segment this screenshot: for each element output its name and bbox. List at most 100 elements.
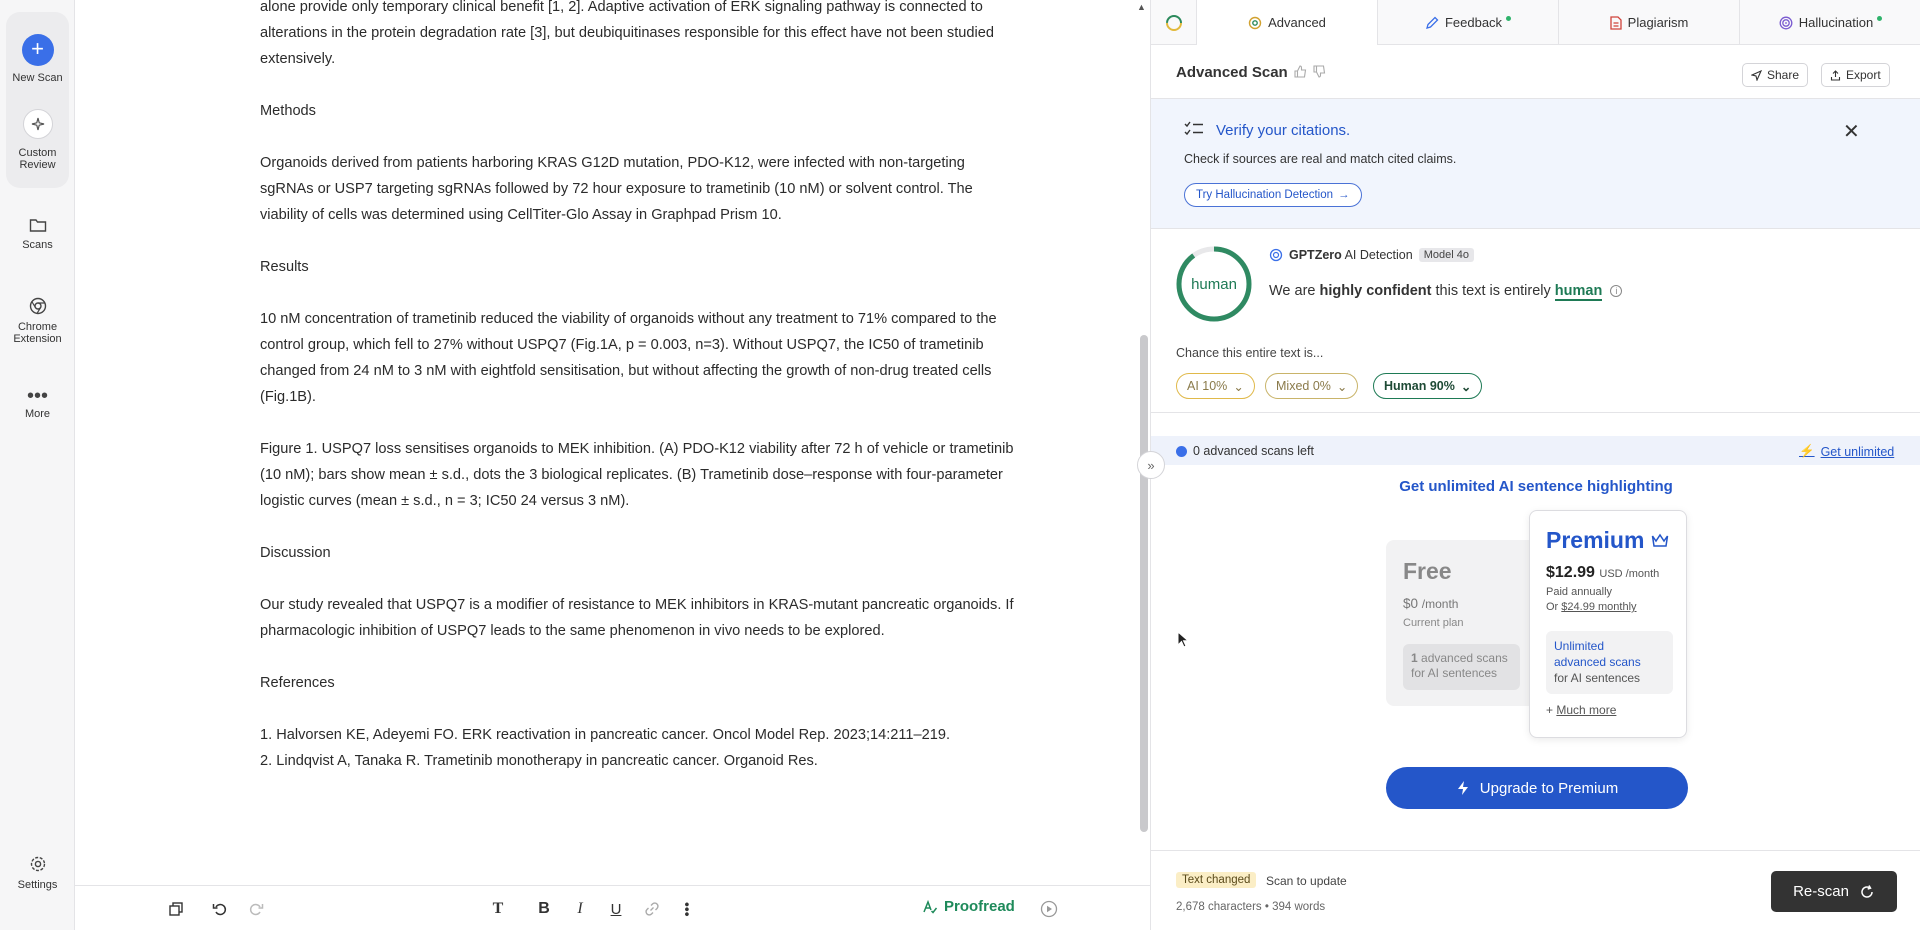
undo-button[interactable] [209, 898, 231, 920]
scans-left-label: 0 advanced scans left [1193, 444, 1314, 458]
bold-button[interactable]: B [533, 898, 555, 920]
play-button[interactable] [1038, 898, 1060, 920]
monthly-price-link[interactable]: $24.99 monthly [1561, 601, 1636, 613]
italic-icon: I [577, 900, 583, 917]
gptzero-logo-icon[interactable] [1151, 0, 1197, 45]
text-style-button[interactable]: T [487, 898, 509, 920]
free-feature-text: advanced scans [1421, 651, 1508, 665]
free-feature: 1 advanced scans for AI sentences [1403, 644, 1520, 690]
get-unlimited-link[interactable]: ⚡ Get unlimited [1799, 444, 1894, 459]
more-options-button[interactable]: ••• [676, 898, 698, 920]
model-badge: Model 4o [1418, 248, 1474, 262]
rescan-button[interactable]: Re-scan [1771, 871, 1897, 912]
mixed-percent-pill[interactable]: Mixed 0% ⌄ [1265, 373, 1359, 399]
crown-icon [1652, 533, 1669, 547]
tab-advanced-label: Advanced [1268, 15, 1326, 30]
collapse-panel-button[interactable]: » [1137, 451, 1165, 479]
upgrade-to-premium-button[interactable]: Upgrade to Premium [1386, 767, 1688, 809]
refresh-icon [1861, 884, 1873, 898]
rescan-label: Re-scan [1793, 883, 1849, 900]
export-label: Export [1846, 68, 1881, 82]
results-paragraph: 10 nM concentration of trametinib reduce… [260, 311, 997, 405]
thumbs-up-icon[interactable] [1294, 65, 1307, 83]
tab-feedback-label: Feedback [1444, 15, 1503, 30]
conf-mid: this text is entirely [1435, 283, 1551, 299]
premium-feature-line1: Unlimited [1554, 639, 1605, 653]
references-heading: References [260, 675, 335, 691]
chrome-label-2: Extension [13, 333, 62, 345]
discussion-heading: Discussion [260, 545, 331, 561]
link-button[interactable] [641, 898, 663, 920]
tab-advanced[interactable]: Advanced [1197, 0, 1378, 45]
premium-price-unit: USD /month [1599, 568, 1660, 580]
chrome-extension-button[interactable]: Chrome Extension [0, 297, 75, 345]
checklist-icon [1184, 121, 1203, 136]
human-percent-pill[interactable]: Human 90% ⌄ [1373, 373, 1483, 399]
arrow-right-icon: → [1338, 189, 1350, 201]
document-body[interactable]: alone provide only temporary clinical be… [260, 0, 1020, 774]
or-label: Or [1546, 601, 1559, 613]
premium-feature: Unlimited advanced scans for AI sentence… [1546, 631, 1673, 694]
share-label: Share [1767, 68, 1800, 82]
current-plan-label: Current plan [1403, 617, 1464, 629]
share-button[interactable]: Share [1742, 63, 1809, 87]
tab-feedback[interactable]: Feedback [1378, 0, 1559, 45]
pen-icon [1426, 16, 1439, 29]
new-scan-button[interactable]: + New Scan [0, 34, 75, 84]
chrome-icon [29, 297, 46, 315]
doc-intro-paragraph: alone provide only temporary clinical be… [260, 0, 994, 67]
vertical-dots-icon: ••• [679, 901, 696, 917]
settings-button[interactable]: Settings [0, 855, 75, 891]
premium-plan-card[interactable]: Premium $12.99 USD /month Paid annually … [1529, 510, 1687, 738]
free-title: Free [1403, 558, 1452, 584]
double-chevron-right-icon: » [1147, 457, 1155, 473]
free-price-value: $0 [1403, 596, 1419, 611]
conf-pre: We are [1269, 283, 1316, 299]
tab-plagiarism[interactable]: Plagiarism [1559, 0, 1740, 45]
close-icon[interactable]: ✕ [1843, 119, 1860, 144]
scroll-up-arrow-icon[interactable]: ▲ [1137, 2, 1146, 12]
tab-plagiarism-label: Plagiarism [1627, 15, 1689, 30]
redo-button[interactable] [245, 898, 267, 920]
redo-icon [249, 903, 264, 916]
much-more-label: Much more [1556, 703, 1617, 717]
premium-feature-line2: advanced scans [1554, 655, 1641, 669]
character-word-count: 2,678 characters • 394 words [1176, 901, 1326, 913]
more-button[interactable]: ••• More [0, 386, 75, 420]
reference-item: 1. Halvorsen KE, Adeyemi FO. ERK reactiv… [260, 727, 951, 743]
panel-title: Advanced Scan [1176, 64, 1288, 81]
upload-icon [1830, 69, 1841, 81]
gear-icon [30, 856, 45, 872]
free-feature-count: 1 [1411, 651, 1418, 665]
proofread-label: Proofread [944, 898, 1015, 915]
reference-item: 2. Lindqvist A, Tanaka R. Trametinib mon… [260, 753, 818, 769]
chevron-down-icon: ⌄ [1233, 379, 1244, 394]
lightning-icon: ⚡ [1799, 444, 1815, 458]
info-icon[interactable]: i [1610, 285, 1623, 297]
underline-button[interactable]: U [605, 898, 627, 920]
document-editor[interactable]: alone provide only temporary clinical be… [75, 0, 1150, 885]
thumbs-down-icon[interactable] [1313, 65, 1326, 83]
banner-description: Check if sources are real and match cite… [1184, 152, 1457, 166]
ai-percent-pill[interactable]: AI 10% ⌄ [1176, 373, 1255, 399]
mouse-cursor-icon [1177, 631, 1189, 648]
gptzero-mini-icon [1269, 248, 1283, 262]
conf-human: human [1554, 283, 1603, 301]
free-price-unit: /month [1421, 597, 1459, 611]
status-dot [1506, 16, 1512, 21]
lightning-icon [1457, 781, 1468, 795]
export-button[interactable]: Export [1821, 63, 1890, 87]
tab-hallucination[interactable]: Hallucination [1740, 0, 1920, 45]
results-heading: Results [260, 259, 309, 275]
folder-icon [29, 219, 46, 232]
proofread-button[interactable]: Proofread [922, 898, 1015, 915]
much-more-link[interactable]: + Much more [1546, 703, 1616, 717]
more-label: More [24, 408, 51, 420]
custom-review-button[interactable]: Custom Review [0, 109, 75, 171]
editor-scrollbar-thumb[interactable] [1140, 335, 1148, 832]
try-hallucination-button[interactable]: Try Hallucination Detection → [1184, 183, 1362, 207]
scans-button[interactable]: Scans [0, 217, 75, 251]
italic-button[interactable]: I [569, 898, 591, 920]
copy-button[interactable] [165, 898, 187, 920]
mixed-pill-label: Mixed 0% [1276, 379, 1331, 393]
